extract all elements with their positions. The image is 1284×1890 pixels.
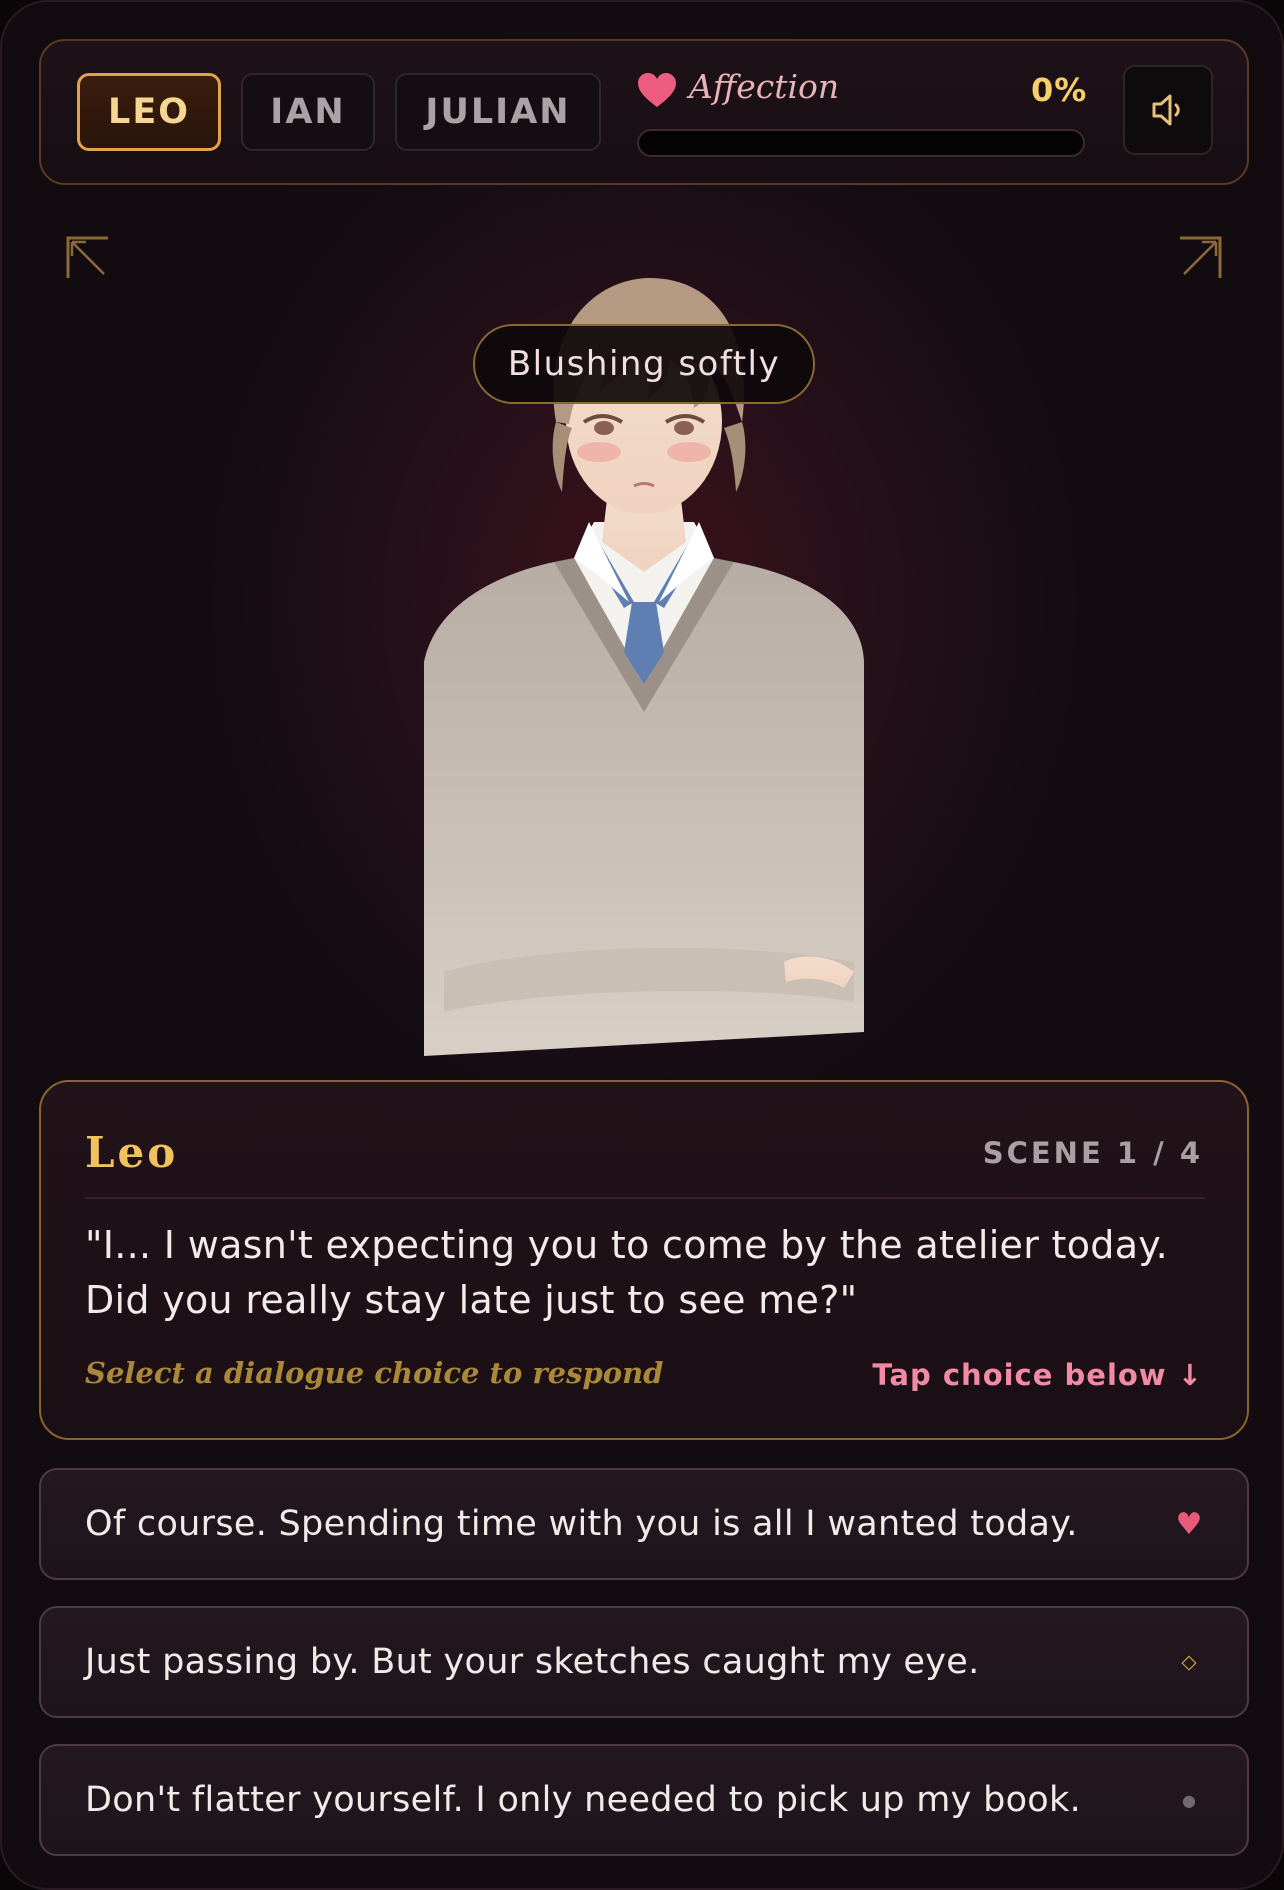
tab-julian[interactable]: JULIAN	[395, 73, 601, 151]
divider	[85, 1197, 1205, 1199]
scene-counter: SCENE 1 / 4	[982, 1136, 1203, 1170]
choice-text: Just passing by. But your sketches caugh…	[85, 1642, 980, 1682]
heart-icon	[638, 73, 676, 107]
sound-toggle-button[interactable]	[1123, 65, 1213, 155]
corner-ornament-icon	[1180, 236, 1222, 278]
dialogue-text: "I... I wasn't expecting you to come by …	[85, 1223, 1169, 1322]
affection-bar	[637, 129, 1085, 157]
dialogue-box: Leo SCENE 1 / 4 "I... I wasn't expecting…	[39, 1080, 1249, 1440]
heart-icon: ♥	[1175, 1506, 1203, 1542]
tap-hint: Tap choice below ↓	[872, 1358, 1203, 1392]
tab-leo[interactable]: LEO	[77, 73, 221, 151]
choice-button-1[interactable]: Of course. Spending time with you is all…	[39, 1468, 1249, 1580]
tab-ian[interactable]: IAN	[241, 73, 375, 151]
top-bar: LEO IAN JULIAN Affection 0%	[39, 39, 1249, 185]
choice-hint: Select a dialogue choice to respond	[85, 1356, 664, 1390]
game-screen: LEO IAN JULIAN Affection 0% Blushing sof…	[0, 0, 1284, 1890]
mood-badge: Blushing softly	[473, 324, 815, 404]
choice-button-2[interactable]: Just passing by. But your sketches caugh…	[39, 1606, 1249, 1718]
affection-label: Affection	[689, 67, 840, 106]
choice-text: Of course. Spending time with you is all…	[85, 1504, 1078, 1544]
affection-percent: 0%	[1031, 71, 1088, 109]
choice-button-3[interactable]: Don't flatter yourself. I only needed to…	[39, 1744, 1249, 1856]
speaker-name: Leo	[85, 1128, 179, 1177]
choice-text: Don't flatter yourself. I only needed to…	[85, 1780, 1082, 1820]
diamond-icon: ⬦	[1181, 1649, 1197, 1675]
corner-ornament-icon	[66, 236, 108, 278]
dot-icon: ●	[1182, 1790, 1196, 1810]
speaker-icon	[1152, 94, 1180, 126]
